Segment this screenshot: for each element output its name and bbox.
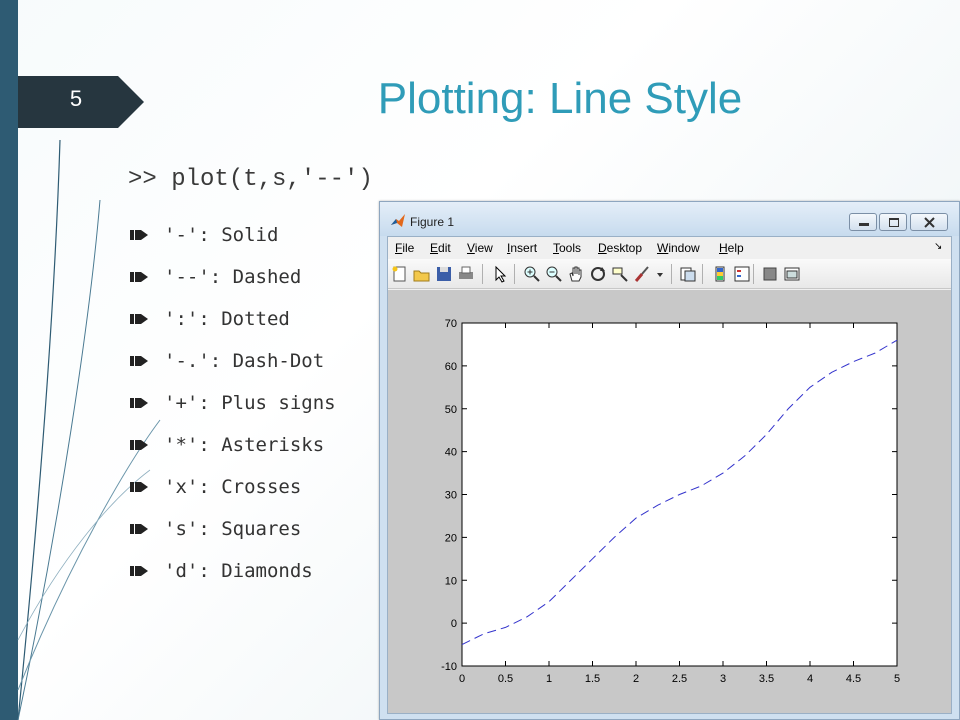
- y-tick-label: 0: [451, 618, 457, 630]
- menu-item-desktop[interactable]: Desktop: [598, 241, 642, 255]
- zoom-in-icon[interactable]: [523, 265, 541, 283]
- brush-dropdown-icon[interactable]: [652, 265, 670, 283]
- brush-icon[interactable]: [633, 265, 651, 283]
- figure-toolbar: [388, 259, 951, 289]
- menu-item-view[interactable]: View: [467, 241, 493, 255]
- menu-item-help[interactable]: Help: [719, 241, 744, 255]
- minimize-icon: [859, 223, 869, 226]
- menu-item-file[interactable]: File: [395, 241, 414, 255]
- insert-colorbar-icon[interactable]: [711, 265, 729, 283]
- bullet-item: '-.': Dash-Dot: [130, 340, 336, 382]
- y-tick-label: 60: [445, 361, 457, 373]
- arrow-bullet-icon: [130, 225, 164, 245]
- bullet-item: 's': Squares: [130, 508, 336, 550]
- print-icon[interactable]: [457, 265, 475, 283]
- arrow-bullet-icon: [130, 477, 164, 497]
- figure-title: Figure 1: [410, 215, 455, 229]
- bullet-item: ':': Dotted: [130, 298, 336, 340]
- bullet-text: ':': Dotted: [164, 308, 290, 330]
- bullet-text: 'd': Diamonds: [164, 560, 313, 582]
- bullet-item: '+': Plus signs: [130, 382, 336, 424]
- menu-item-edit[interactable]: Edit: [430, 241, 451, 255]
- toolbar-separator: [514, 264, 515, 284]
- save-icon[interactable]: [435, 265, 453, 283]
- y-tick-label: -10: [441, 661, 457, 673]
- arrow-bullet-icon: [130, 309, 164, 329]
- new-figure-icon[interactable]: [391, 265, 409, 283]
- y-tick-label: 20: [445, 532, 457, 544]
- bullet-item: 'x': Crosses: [130, 466, 336, 508]
- show-plot-tools-icon[interactable]: [783, 265, 801, 283]
- plot-command: >> plot(t,s,'--'): [128, 166, 373, 193]
- toolbar-separator: [753, 264, 754, 284]
- bullet-item: '--': Dashed: [130, 256, 336, 298]
- rotate-3d-icon[interactable]: [589, 265, 607, 283]
- figure-window[interactable]: Figure 1 File Edit View Insert Tools Desktop W…: [379, 201, 960, 720]
- x-tick-label: 3.5: [759, 673, 774, 685]
- menu-item-window[interactable]: Window: [657, 241, 700, 255]
- x-tick-label: 5: [894, 673, 900, 685]
- bullet-text: '*': Asterisks: [164, 434, 325, 456]
- maximize-button[interactable]: [879, 213, 907, 231]
- x-tick-label: 0: [459, 673, 465, 685]
- figure-titlebar[interactable]: Figure 1: [380, 202, 959, 236]
- bullet-text: '-': Solid: [164, 224, 279, 246]
- plot-axes[interactable]: 0 0.5 1 1.5 2 2.5 3 3.5 4 4.5 5-10010203040506070: [388, 290, 951, 713]
- toolbar-separator: [671, 264, 672, 284]
- edit-plot-icon[interactable]: [491, 265, 509, 283]
- insert-legend-icon[interactable]: [733, 265, 751, 283]
- y-tick-label: 10: [445, 575, 457, 587]
- bullet-text: '--': Dashed: [164, 266, 302, 288]
- line-style-list: '-': Solid '--': Dashed ':': Dotted '-.': D…: [130, 214, 336, 592]
- arrow-bullet-icon: [130, 435, 164, 455]
- minimize-button[interactable]: [849, 213, 877, 231]
- y-tick-label: 70: [445, 318, 457, 330]
- arrow-bullet-icon: [130, 561, 164, 581]
- arrow-bullet-icon: [130, 519, 164, 539]
- bullet-item: 'd': Diamonds: [130, 550, 336, 592]
- maximize-icon: [889, 218, 899, 227]
- figure-menubar: File Edit View Insert Tools Desktop Window Help…: [388, 237, 951, 259]
- bullet-item: '*': Asterisks: [130, 424, 336, 466]
- hide-plot-tools-icon[interactable]: [761, 265, 779, 283]
- bullet-text: 'x': Crosses: [164, 476, 302, 498]
- open-file-icon[interactable]: [413, 265, 431, 283]
- slide-number: 5: [69, 86, 83, 111]
- x-tick-label: 0.5: [498, 673, 513, 685]
- figure-client-area: File Edit View Insert Tools Desktop Window Help…: [387, 236, 952, 714]
- menu-item-insert[interactable]: Insert: [507, 241, 537, 255]
- y-tick-label: 40: [445, 447, 457, 459]
- x-tick-label: 3: [720, 673, 726, 685]
- arrow-bullet-icon: [130, 351, 164, 371]
- menu-overflow-icon[interactable]: ↘: [934, 241, 942, 252]
- x-tick-label: 1.5: [585, 673, 600, 685]
- x-tick-label: 4.5: [846, 673, 861, 685]
- slide-title: Plotting: Line Style: [377, 74, 743, 123]
- arrow-bullet-icon: [130, 267, 164, 287]
- zoom-out-icon[interactable]: [545, 265, 563, 283]
- close-button[interactable]: [910, 213, 948, 231]
- arrow-bullet-icon: [130, 393, 164, 413]
- pan-icon[interactable]: [567, 265, 585, 283]
- toolbar-separator: [702, 264, 703, 284]
- x-tick-label: 2: [633, 673, 639, 685]
- menu-item-tools[interactable]: Tools: [553, 241, 581, 255]
- bullet-text: 's': Squares: [164, 518, 302, 540]
- y-tick-label: 50: [445, 404, 457, 416]
- x-tick-label: 1: [546, 673, 552, 685]
- matlab-logo-icon: [391, 214, 405, 227]
- close-icon: [924, 217, 935, 228]
- toolbar-separator: [482, 264, 483, 284]
- x-tick-label: 2.5: [672, 673, 687, 685]
- x-tick-label: 4: [807, 673, 813, 685]
- plot-area: 0 0.5 1 1.5 2 2.5 3 3.5 4 4.5 5 -10 0 10 20 30 40 50 60 70: [388, 290, 951, 713]
- data-cursor-icon[interactable]: [611, 265, 629, 283]
- bullet-text: '+': Plus signs: [164, 392, 336, 414]
- y-tick-label: 30: [445, 490, 457, 502]
- bullet-item: '-': Solid: [130, 214, 336, 256]
- bullet-text: '-.': Dash-Dot: [164, 350, 325, 372]
- link-plot-icon[interactable]: [679, 265, 697, 283]
